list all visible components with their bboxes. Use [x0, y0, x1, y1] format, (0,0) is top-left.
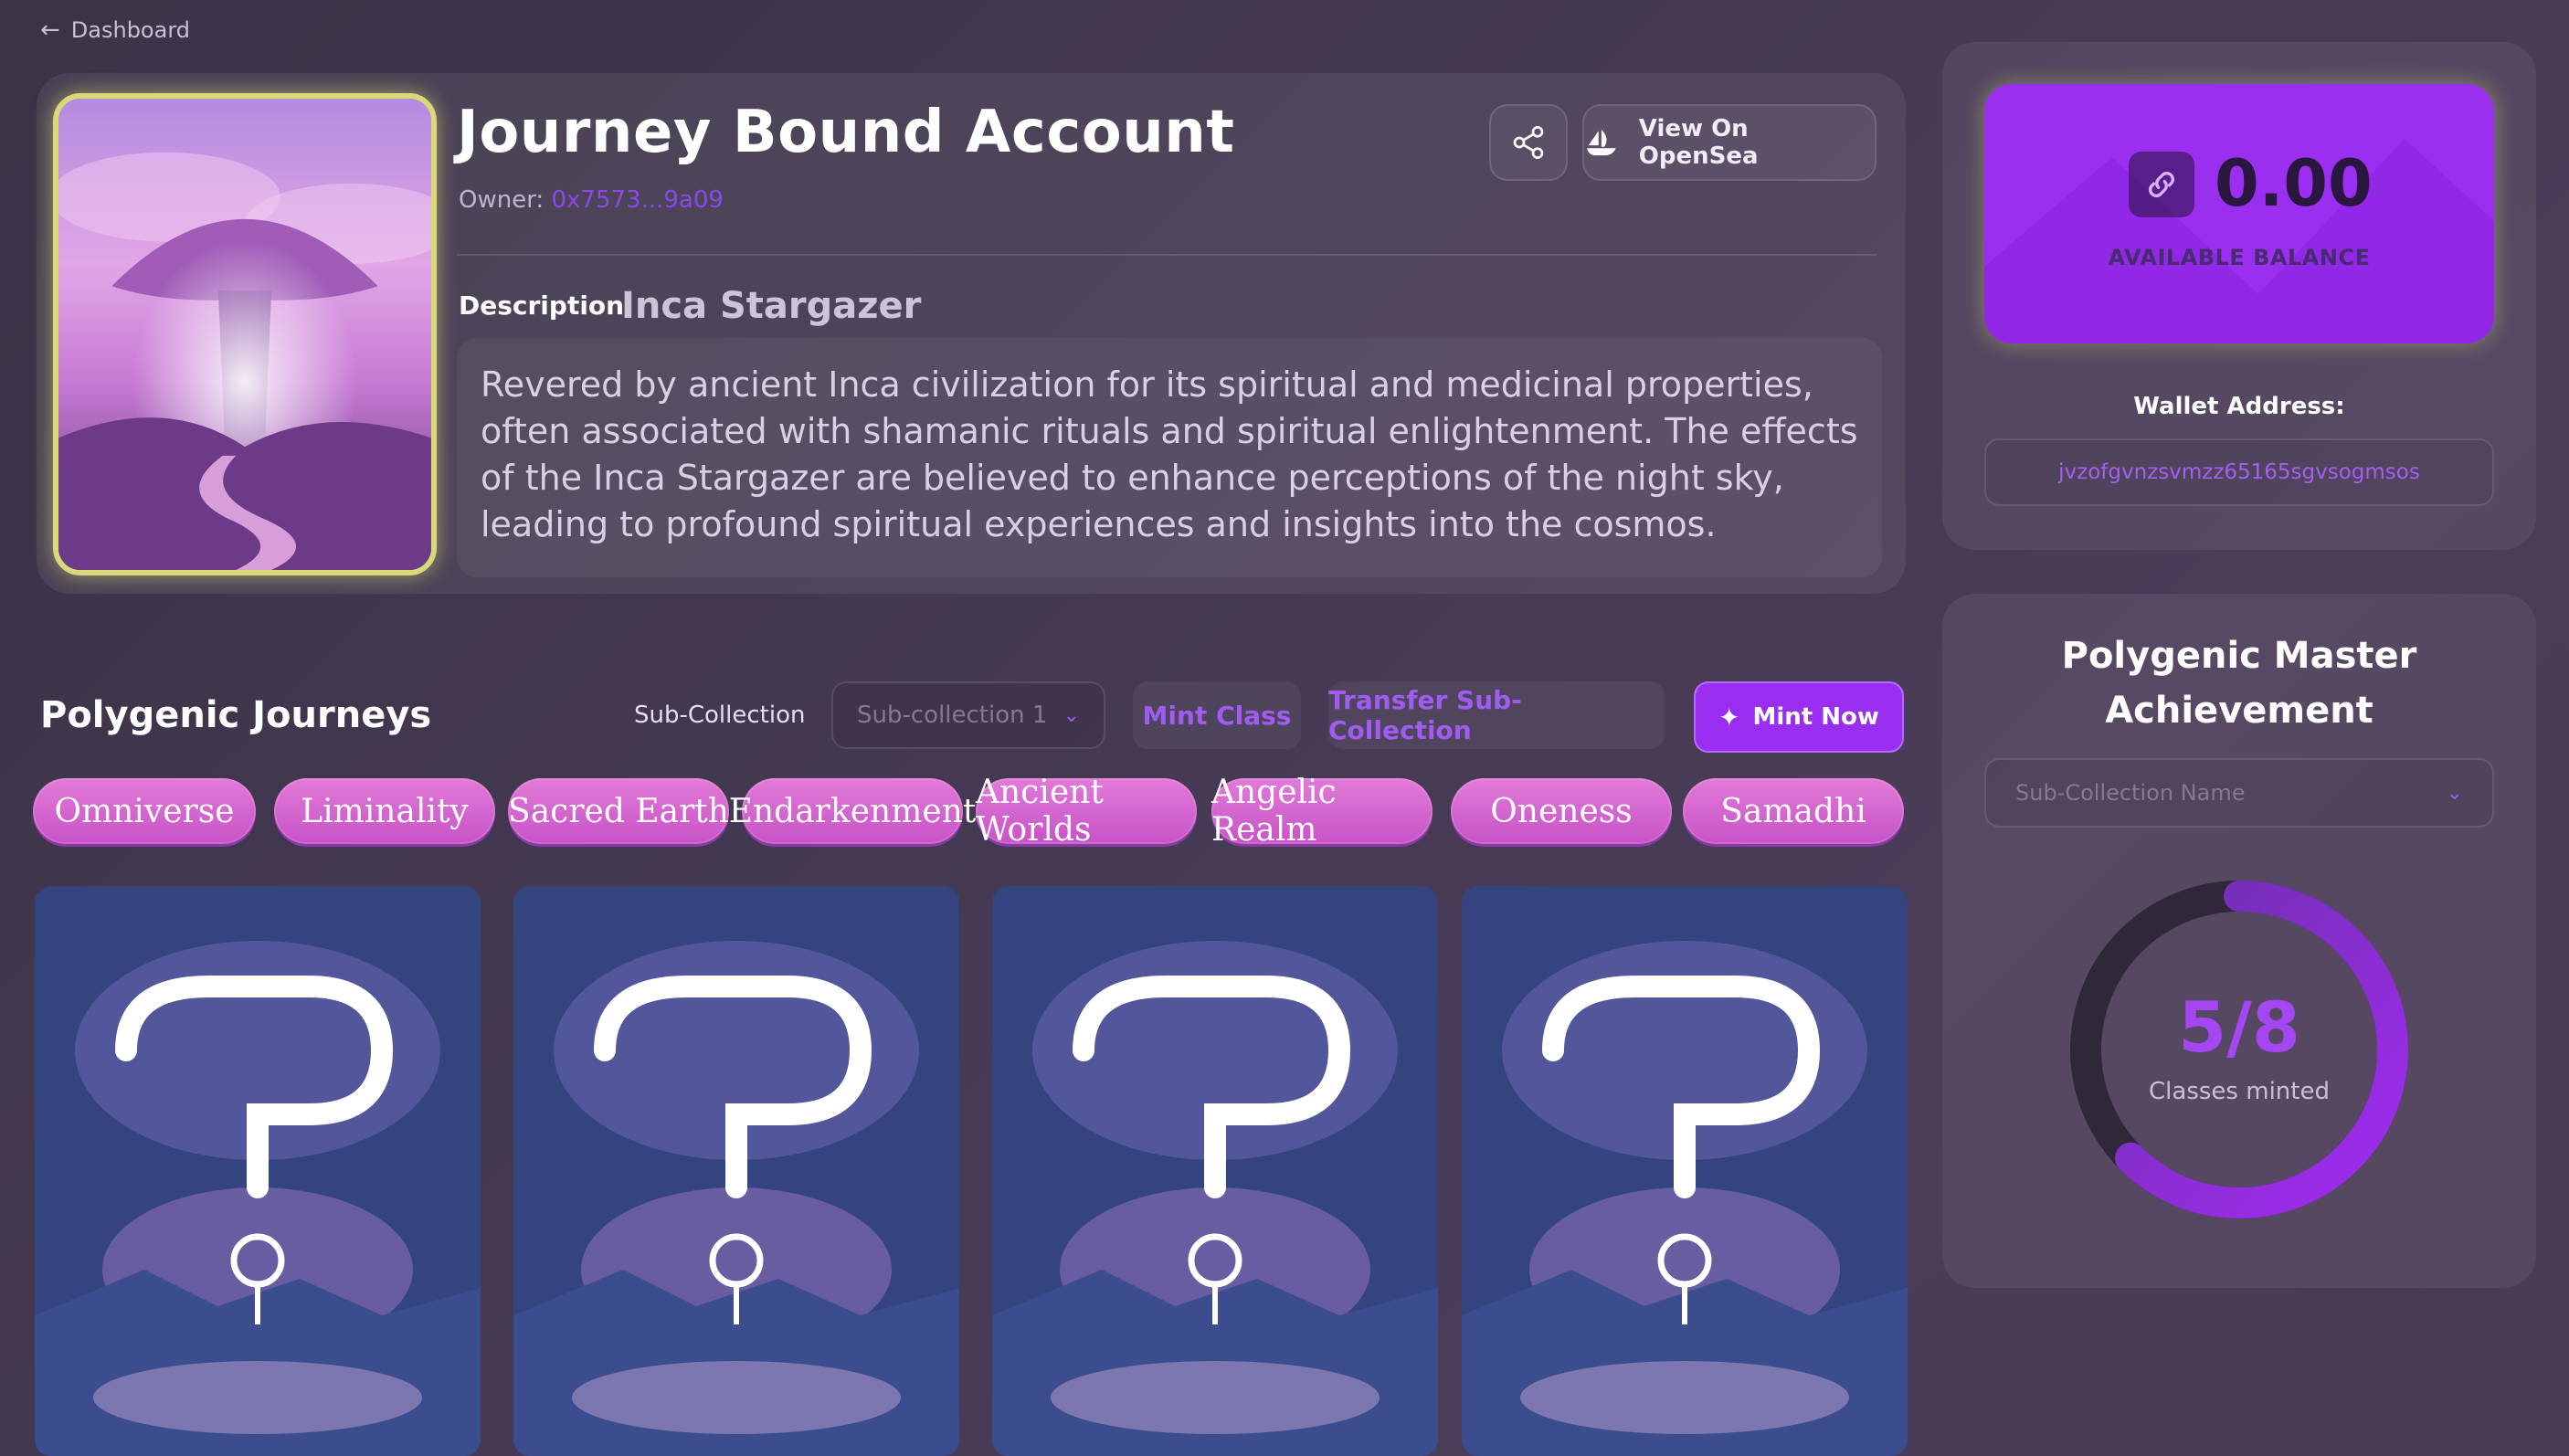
chevron-down-icon: ⌄ [1062, 703, 1080, 727]
mystery-card[interactable] [992, 886, 1438, 1456]
mint-now-button[interactable]: ✦ Mint Now [1694, 681, 1904, 753]
mint-now-label: Mint Now [1752, 703, 1879, 731]
header-divider [457, 254, 1877, 256]
section-title: Polygenic Journeys [40, 694, 432, 736]
transfer-subcollection-button[interactable]: Transfer Sub-Collection [1328, 681, 1665, 749]
back-label: Dashboard [70, 17, 191, 43]
subcollection-select[interactable]: Sub-collection 1 ⌄ [831, 681, 1105, 749]
tab-omniverse[interactable]: Omniverse [33, 778, 256, 844]
share-icon [1513, 126, 1544, 159]
tab-sacred-earth[interactable]: Sacred Earth [508, 778, 729, 844]
mint-class-button[interactable]: Mint Class [1133, 681, 1301, 749]
description-label: Description [459, 290, 625, 321]
progress-label: Classes minted [2149, 1078, 2330, 1105]
owner-address-link[interactable]: 0x7573...9a09 [551, 186, 723, 214]
subcollection-value: Sub-collection 1 [857, 702, 1048, 729]
description-text: Revered by ancient Inca civilization for… [457, 338, 1882, 577]
progress-value: 5/8 [2178, 986, 2300, 1068]
tab-samadhi[interactable]: Samadhi [1683, 778, 1904, 844]
tab-ancient-worlds[interactable]: Ancient Worlds [976, 774, 1197, 849]
achievement-title: Polygenic Master Achievement [1942, 628, 2536, 738]
view-on-opensea-button[interactable]: View On OpenSea [1582, 104, 1877, 181]
mystery-card[interactable] [513, 886, 959, 1456]
balance-label: AVAILABLE BALANCE [2108, 245, 2371, 270]
tab-liminality[interactable]: Liminality [274, 778, 495, 844]
account-nft-image [53, 93, 437, 575]
subcollection-name-select[interactable]: Sub-Collection Name ⌄ [1984, 758, 2494, 828]
owner-label: Owner: [459, 186, 544, 214]
share-button[interactable] [1489, 104, 1568, 181]
subcollection-label: Sub-Collection [634, 702, 806, 729]
chevron-down-icon: ⌄ [2446, 781, 2463, 805]
achievement-title-line2: Achievement [2105, 690, 2373, 732]
balance-value: 0.00 [2215, 146, 2373, 221]
account-title: Journey Bound Account [457, 99, 1235, 166]
mystery-card[interactable] [1462, 886, 1908, 1456]
owner-info: Owner: 0x7573...9a09 [459, 186, 724, 214]
back-arrow-icon: ← [40, 16, 60, 44]
opensea-label: View On OpenSea [1638, 115, 1759, 170]
tab-angelic-realm[interactable]: Angelic Realm [1211, 774, 1433, 849]
wallet-label: Wallet Address: [2133, 393, 2345, 420]
achievement-title-line1: Polygenic Master [2061, 635, 2417, 677]
tab-oneness[interactable]: Oneness [1451, 778, 1672, 844]
tab-endarkenment[interactable]: Endarkenment [729, 778, 976, 844]
wallet-address-field[interactable]: jvzofgvnzsvmzz65165sgvsogmsos [1984, 438, 2494, 506]
mystery-card[interactable] [35, 886, 481, 1456]
sparkle-icon: ✦ [1718, 702, 1740, 733]
description-name: Inca Stargazer [621, 285, 922, 327]
link-icon [2129, 152, 2194, 217]
back-to-dashboard-link[interactable]: ← Dashboard [40, 16, 190, 44]
subcollection-name-placeholder: Sub-Collection Name [2015, 780, 2246, 806]
opensea-icon [1587, 129, 1616, 156]
